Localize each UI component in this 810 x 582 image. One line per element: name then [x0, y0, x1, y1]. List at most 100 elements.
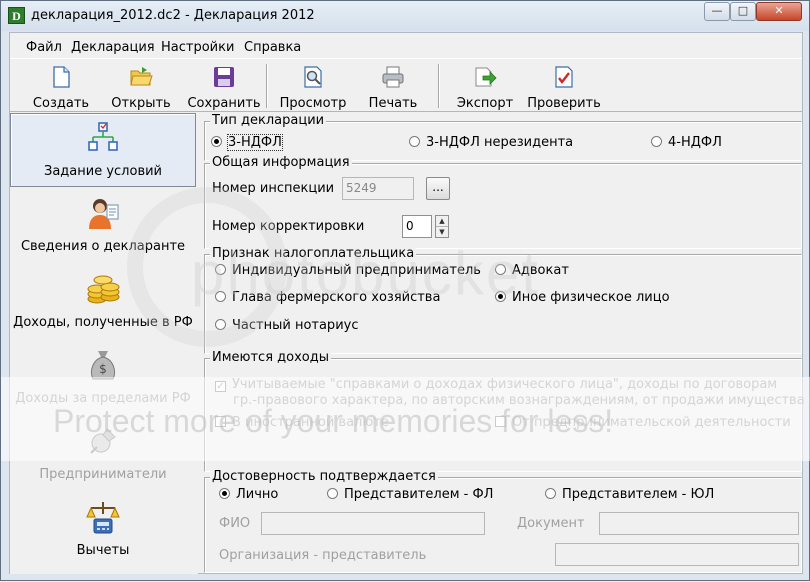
menu-file[interactable]: Файл [26, 40, 62, 55]
sidebar-item-deductions[interactable]: Вычеты [10, 493, 196, 567]
save-label: Сохранить [187, 96, 261, 111]
sidebar-item-label: Задание условий [44, 164, 162, 179]
sidebar-item-conditions[interactable]: Задание условий [10, 113, 196, 187]
open-folder-icon [130, 67, 153, 86]
checkbox-business-activity[interactable]: От предпринимательской деятельности [495, 415, 791, 430]
menu-bar: Файл Декларация Настройки Справка [10, 36, 802, 58]
spin-down-icon[interactable]: ▼ [436, 227, 448, 238]
check-document-icon [555, 66, 573, 88]
inspection-number-label: Номер инспекции [212, 181, 335, 196]
new-document-icon [53, 66, 70, 88]
sidebar-item-label: Доходы за пределами РФ [15, 391, 191, 406]
radio-indicator [545, 488, 556, 499]
svg-text:$: $ [99, 362, 107, 376]
checkbox-certified-incomes[interactable]: ✓ Учитываемые "справками о доходах физиче… [215, 377, 777, 392]
sidebar-item-label: Вычеты [76, 543, 130, 558]
create-button[interactable]: Создать [24, 62, 98, 112]
radio-label: 4-НДФЛ [668, 135, 722, 150]
correction-number-field[interactable]: 0 [402, 215, 432, 238]
sidebar-item-income-abroad[interactable]: $ Доходы за пределами РФ [10, 341, 196, 415]
person-icon [89, 199, 119, 229]
print-button[interactable]: Печать [356, 62, 430, 112]
preview-button[interactable]: Просмотр [276, 62, 350, 112]
checkbox-foreign-currency[interactable]: В иностранной валюте [215, 415, 389, 430]
radio-indicator [219, 488, 230, 499]
fio-label: ФИО [219, 516, 251, 531]
window-title: декларация_2012.dc2 - Декларация 2012 [31, 8, 315, 23]
radio-label: Представителем - ЮЛ [562, 487, 715, 502]
preview-magnifier-icon [304, 66, 322, 88]
radio-label: Индивидуальный предприниматель [232, 263, 481, 278]
main-panel: Тип декларации 3-НДФЛ 3-НДФЛ нерезидента… [200, 113, 810, 574]
sidebar-item-declarant[interactable]: Сведения о декларанте [10, 189, 196, 263]
radio-3ndfl[interactable]: 3-НДФЛ [211, 134, 283, 151]
checkbox-label-cont: гр.-правового характера, по авторским во… [233, 393, 810, 408]
money-bag-icon: $ [90, 351, 116, 380]
radio-indicator [215, 319, 226, 330]
radio-4ndfl[interactable]: 4-НДФЛ [651, 135, 722, 150]
app-window: D декларация_2012.dc2 - Декларация 2012 … [0, 0, 810, 581]
radio-lawyer[interactable]: Адвокат [495, 263, 569, 278]
save-button[interactable]: Сохранить [184, 62, 264, 112]
sidebar-item-income-rf[interactable]: Доходы, полученные в РФ [10, 265, 196, 339]
checkbox-indicator [215, 416, 226, 427]
group-reliability: Достоверность подтверждается Лично Предс… [204, 469, 802, 573]
radio-representative-individual[interactable]: Представителем - ФЛ [327, 487, 493, 502]
title-bar[interactable]: D декларация_2012.dc2 - Декларация 2012 … [1, 1, 809, 31]
verify-button[interactable]: Проверить [524, 62, 604, 112]
radio-individual-entrepreneur[interactable]: Индивидуальный предприниматель [215, 263, 481, 278]
open-button[interactable]: Открыть [104, 62, 178, 112]
checkmark-icon: ✓ [215, 381, 226, 392]
group-title: Признак налогоплательщика [210, 246, 417, 261]
create-label: Создать [32, 96, 90, 111]
radio-indicator [327, 488, 338, 499]
group-incomes: Имеются доходы ✓ Учитываемые "справками о… [204, 350, 810, 472]
sidebar-item-label: Предприниматели [39, 467, 167, 482]
browse-inspection-button[interactable]: ... [426, 177, 450, 200]
radio-3ndfl-nonresident[interactable]: 3-НДФЛ нерезидента [409, 135, 573, 150]
menu-declaration[interactable]: Декларация [71, 40, 155, 55]
radio-label: Частный нотариус [232, 318, 359, 333]
export-icon [475, 67, 497, 87]
group-taxpayer-sign: Признак налогоплательщика Индивидуальный… [204, 246, 802, 354]
close-button[interactable]: ✕ [756, 2, 802, 21]
fio-field[interactable] [261, 512, 485, 535]
group-title: Тип декларации [210, 113, 327, 128]
radio-farm-head[interactable]: Глава фермерского хозяйства [215, 290, 440, 305]
checkbox-label: В иностранной валюте [232, 415, 389, 430]
radio-indicator [495, 291, 506, 302]
print-label: Печать [368, 96, 418, 111]
sidebar-item-entrepreneurs[interactable]: Предприниматели [10, 417, 196, 491]
toolbar-separator [438, 64, 440, 108]
export-button[interactable]: Экспорт [448, 62, 522, 112]
correction-number-label: Номер корректировки [212, 219, 365, 234]
open-label: Открыть [111, 96, 171, 111]
radio-indicator [215, 291, 226, 302]
checkbox-label: От предпринимательской деятельности [512, 415, 791, 430]
correction-spinner[interactable]: ▲ ▼ [435, 215, 449, 238]
export-label: Экспорт [456, 96, 514, 111]
document-field[interactable] [599, 512, 799, 535]
radio-indicator [495, 264, 506, 275]
group-title: Общая информация [210, 155, 352, 170]
radio-other-individual[interactable]: Иное физическое лицо [495, 290, 670, 305]
verify-label: Проверить [527, 96, 601, 111]
radio-indicator [211, 136, 222, 147]
document-label: Документ [517, 516, 585, 531]
radio-personally[interactable]: Лично [219, 487, 278, 502]
radio-private-notary[interactable]: Частный нотариус [215, 318, 358, 333]
deductions-icon [86, 502, 120, 534]
inspection-number-field[interactable]: 5249 [342, 177, 414, 200]
radio-label: Адвокат [512, 263, 569, 278]
spin-up-icon[interactable]: ▲ [436, 216, 448, 227]
maximize-button[interactable]: □ [730, 2, 756, 21]
minimize-button[interactable]: — [704, 2, 730, 21]
group-title: Имеются доходы [210, 350, 331, 365]
menu-settings[interactable]: Настройки [161, 40, 234, 55]
radio-representative-legal[interactable]: Представителем - ЮЛ [545, 487, 714, 502]
organization-field[interactable] [555, 543, 799, 566]
menu-help[interactable]: Справка [244, 40, 301, 55]
radio-label: Представителем - ФЛ [344, 487, 494, 502]
toolbar: Создать Открыть Сохранить Просмотр Печат… [10, 58, 802, 112]
radio-label: Иное физическое лицо [512, 290, 670, 305]
